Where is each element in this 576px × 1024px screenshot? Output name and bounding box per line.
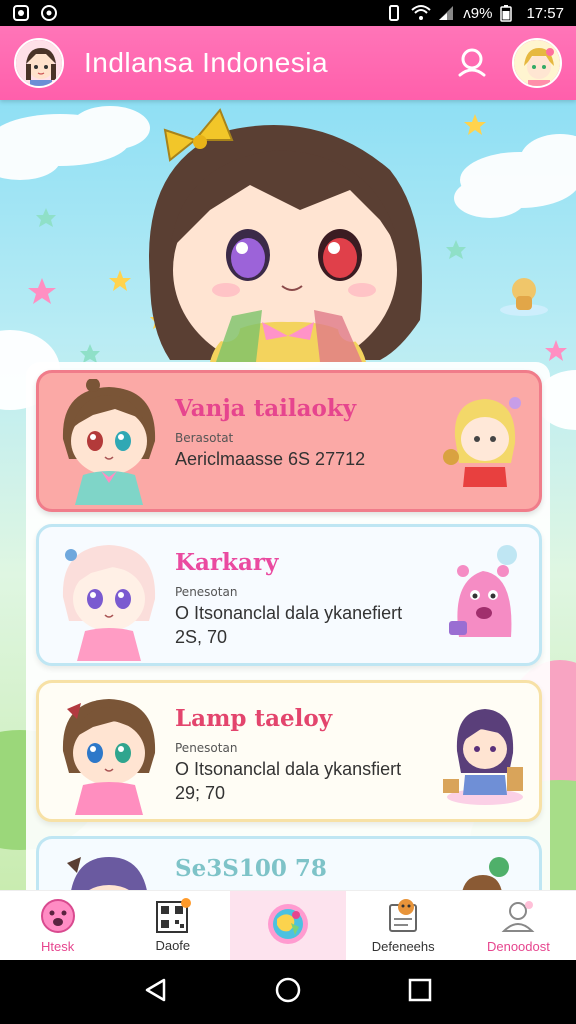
pink-monster-sticker (441, 541, 527, 651)
battery-icon (500, 4, 518, 22)
globe-icon (268, 903, 308, 944)
clock: 17:57 (526, 4, 564, 22)
character-description: Aericlmaasse 6S 27712 (175, 449, 366, 469)
smiley-icon (40, 899, 75, 933)
nav-defenses[interactable]: Defeneehs (346, 891, 461, 960)
character-subtitle: Berasotat (175, 431, 234, 445)
nav-label: Denoodost (486, 939, 550, 954)
purple-character-sticker (441, 697, 527, 807)
character-name: Karkary (175, 549, 279, 576)
character-avatar (53, 378, 165, 509)
battery-percent: ʌ9% (463, 4, 493, 22)
nav-label: Defeneehs (371, 939, 435, 954)
status-bar: ʌ9% 17:57 (0, 0, 576, 26)
character-name: Se3S100 78 (175, 855, 327, 882)
nav-profile[interactable]: Denoodost (461, 891, 576, 960)
search-icon (458, 48, 486, 77)
vibrate-icon (385, 4, 403, 22)
nav-center[interactable] (230, 891, 346, 960)
character-name: Vanja tailaoky (175, 395, 357, 422)
character-name: Lamp taeloy (175, 705, 333, 732)
character-avatar (53, 533, 165, 663)
wifi-icon (411, 4, 431, 22)
nav-label: Daofe (155, 938, 191, 953)
character-card[interactable]: Lamp taeloy Penesotan O Itsonanclal dala… (36, 680, 542, 822)
character-value: 29; 70 (175, 783, 226, 803)
notification-icon (12, 4, 30, 22)
nav-home[interactable]: Htesk (0, 891, 115, 960)
home-icon[interactable] (274, 976, 302, 1008)
bottom-navigation: Htesk Daofe Defeneehs Denoodost (0, 890, 576, 960)
user-avatar[interactable] (14, 38, 64, 88)
signal-icon (437, 4, 455, 22)
character-avatar (53, 689, 165, 819)
character-card[interactable]: Karkary Penesotan O Itsonanclal dala yka… (36, 524, 542, 666)
recents-icon[interactable] (406, 976, 434, 1008)
back-icon[interactable] (142, 976, 170, 1008)
character-value: 2S, 70 (175, 627, 228, 647)
sync-icon (40, 4, 58, 22)
profile-avatar[interactable] (512, 38, 562, 88)
character-card[interactable]: Vanja tailaoky Berasotat Aericlmaasse 6S… (36, 370, 542, 512)
system-navigation-bar (0, 960, 576, 1024)
app-header: Indlansa Indonesia (0, 26, 576, 100)
character-description: O Itsonanclal dala ykanefiert (175, 603, 403, 623)
character-subtitle: Penesotan (175, 585, 238, 599)
nav-qr[interactable]: Daofe (115, 891, 230, 960)
document-pet-icon (389, 899, 418, 932)
character-subtitle: Penesotan (175, 741, 238, 755)
nav-label: Htesk (40, 939, 75, 954)
search-button[interactable] (450, 41, 494, 85)
hero-character-illustration (149, 108, 422, 370)
character-description: O Itsonanclal dala ykansfiert (175, 759, 402, 779)
qr-code-icon (155, 898, 191, 933)
blonde-character-sticker (441, 387, 527, 497)
app-title: Indlansa Indonesia (84, 47, 329, 78)
user-profile-icon (501, 901, 535, 932)
